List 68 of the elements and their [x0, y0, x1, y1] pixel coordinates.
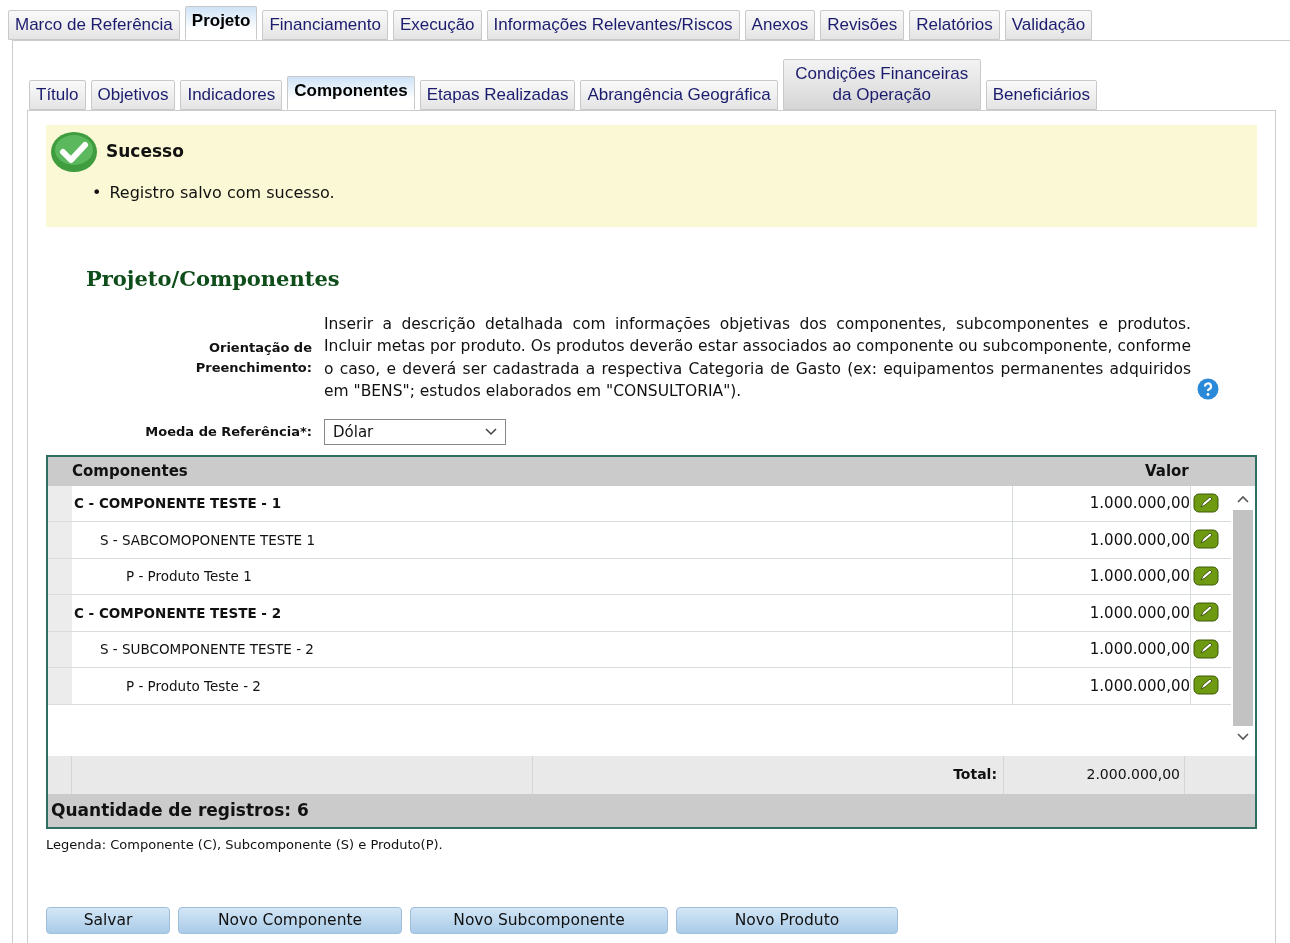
tab[interactable]: Financiamento [262, 10, 388, 41]
edit-pencil-icon[interactable] [1193, 602, 1219, 623]
total-label: Total: [953, 766, 997, 783]
help-icon[interactable] [1197, 377, 1219, 400]
row-handle [48, 631, 72, 668]
edit-pencil-icon[interactable] [1193, 638, 1219, 659]
table-cell-text: S - SABCOMOPONENTE TESTE 1 [99, 530, 315, 550]
table-row[interactable]: S - SABCOMOPONENTE TESTE 1 1.000.000,00 [48, 522, 1231, 559]
table-cell-text: 1.000.000,00 [1089, 602, 1190, 624]
legend-text: Legenda: Componente (C), Subcomponente (S) e Produto(P). [46, 836, 444, 855]
tab[interactable]: Abrangência Geográfica [580, 79, 778, 111]
edit-pencil-icon[interactable] [1193, 565, 1219, 586]
table-cell-text: C - COMPONENTE TESTE - 2 [74, 603, 282, 623]
edit-pencil-icon[interactable] [1193, 675, 1219, 696]
tab[interactable]: Componentes [287, 75, 415, 111]
table-row[interactable]: P - Produto Teste 1 1.000.000,00 [48, 558, 1231, 596]
tab[interactable]: Indicadores [180, 79, 283, 111]
row-handle [48, 595, 72, 631]
table-row[interactable]: C - COMPONENTE TESTE - 1 1.000.000,00 [48, 485, 1231, 523]
action-button[interactable]: Novo Produto [676, 906, 898, 934]
guidance-text: Inserir a descrição detalhada com informações objetivas dos componentes, subcomponentes e produtos. Incluir metas por produto. Os produtos deverão estar associados ao componente ou subcomponente, conforme o caso, e deverá ser cadastrada a respectiva Categoria de Gasto (ex: equipamentos permanentes adquiridos em "BENS"; estudos elaborados em "CONSULTORIA"). [324, 313, 1191, 403]
field-label: Moeda de Referência*: [144, 423, 313, 442]
tab[interactable]: Etapas Realizadas [419, 79, 576, 111]
table-cell-text: 1.000.000,00 [1089, 566, 1190, 588]
row-handle [48, 485, 72, 522]
row-handle [48, 558, 72, 595]
message-title: Sucesso [106, 140, 184, 164]
currency-select[interactable]: Dólar [324, 418, 506, 446]
tab[interactable]: Título [29, 79, 86, 111]
table-cell-text: P - Produto Teste - 2 [125, 676, 261, 696]
column-header: Componentes [71, 461, 189, 483]
record-count: Quantidade de registros: 6 [51, 799, 309, 820]
tab[interactable]: Anexos [744, 10, 816, 41]
table-row[interactable]: C - COMPONENTE TESTE - 2 1.000.000,00 [48, 595, 1231, 632]
edit-pencil-icon[interactable] [1193, 492, 1219, 513]
tab[interactable]: Marco de Referência [8, 10, 180, 41]
table-cell-text: P - Produto Teste 1 [125, 567, 252, 587]
tab[interactable]: Validação [1004, 10, 1093, 41]
total-value: 2.000.000,00 [1086, 765, 1180, 785]
tab[interactable]: Projeto [184, 6, 258, 41]
message-text: Registro salvo com sucesso. [109, 182, 335, 205]
table-cell-text: C - COMPONENTE TESTE - 1 [74, 494, 282, 514]
bullet: • [92, 182, 102, 205]
tab[interactable]: Beneficiários [985, 79, 1098, 111]
chevron-down-icon [485, 427, 497, 436]
tab[interactable]: Revisões [820, 10, 905, 41]
tab[interactable]: Objetivos [90, 79, 176, 111]
table-row[interactable]: P - Produto Teste - 2 1.000.000,00 [48, 668, 1231, 705]
success-check-icon [50, 131, 98, 174]
tab[interactable]: Informações Relevantes/Riscos [486, 10, 740, 41]
row-handle [48, 522, 72, 558]
table-cell-text: 1.000.000,00 [1089, 529, 1190, 551]
row-handle [48, 668, 72, 704]
edit-pencil-icon[interactable] [1193, 529, 1219, 550]
tab[interactable]: Execução [392, 10, 482, 41]
save-button[interactable]: Salvar [46, 906, 170, 934]
field-label: Orientação de Preenchimento: [194, 339, 312, 377]
page-heading: Projeto/Componentes [86, 265, 341, 294]
table-cell-text: 1.000.000,00 [1089, 639, 1190, 661]
table-row[interactable]: S - SUBCOMPONENTE TESTE - 2 1.000.000,00 [48, 631, 1231, 669]
table-cell-text: 1.000.000,00 [1089, 493, 1190, 515]
action-button[interactable]: Novo Componente [178, 906, 402, 934]
table-cell-text: 1.000.000,00 [1089, 675, 1190, 697]
tab[interactable]: Condições Financeiras da Operação [782, 59, 981, 111]
tab[interactable]: Relatórios [909, 10, 1000, 41]
action-button[interactable]: Novo Subcomponente [410, 906, 668, 934]
column-header: Valor [1145, 461, 1190, 483]
table-cell-text: S - SUBCOMPONENTE TESTE - 2 [99, 640, 314, 660]
